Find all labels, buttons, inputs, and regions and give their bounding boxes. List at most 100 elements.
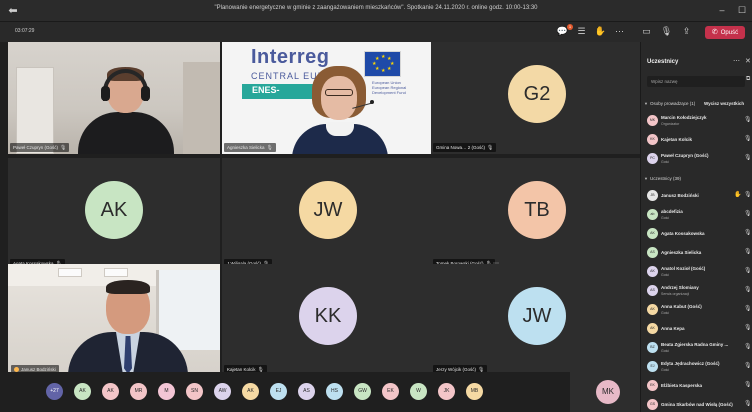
avatar: TB [508,181,566,239]
video-grid: Paweł Czupryn (Gość) 🎙 Interreg CENTRAL E… [0,42,643,412]
mic-muted-icon: 🎙 [744,211,752,217]
participant-row[interactable]: AS Andrzej Slomiany Serwis organizacji 🎙 [641,282,752,300]
teams-meeting-window: ⬅ "Planowanie energetyczne w gminie z za… [0,0,752,412]
mute-all-button[interactable]: Wycisz wszystkich [704,101,744,106]
strip-avatar[interactable]: W [410,383,427,400]
mic-muted-icon: 🎙 [744,155,752,161]
participant-name: Anna Kepa [661,326,685,331]
mic-muted-icon: 🎙 [487,145,494,151]
search-placeholder: Wpisz nazwę [651,79,678,84]
participant-row[interactable]: KK Kajetan Kolcik 🎙 [641,131,752,149]
strip-avatar[interactable]: SN [186,383,203,400]
mic-muted-icon: 🎙 [744,306,752,312]
participant-name: Paweł Czupryn (Gość) [13,145,59,150]
video-tile[interactable]: Interreg CENTRAL EUROPE ENES- ★ ★ ★ ★ ★ … [222,42,434,154]
strip-avatar[interactable]: MR [130,383,147,400]
leave-button[interactable]: ✆ Opuść [705,26,745,39]
participant-name: Agnieszka Sielicka [661,250,702,255]
phone-icon: ✆ [711,29,718,36]
avatar: KK [647,134,658,145]
strip-avatar[interactable]: AK [74,383,91,400]
chevron-down-icon: ▼ [644,176,648,181]
participant-body [78,112,174,154]
participant-role: Organizator [661,122,680,126]
raise-hand-icon[interactable]: ✋ [594,25,607,38]
microphone-icon[interactable]: 🎙 [660,25,673,38]
strip-avatar[interactable]: EJ [270,383,287,400]
participant-role: Gość [661,216,670,220]
headset-earcup [101,86,110,101]
participant-row[interactable]: JB Janusz Bodziński ✋ 🎙 [641,187,752,205]
minimize-button[interactable]: – [715,3,729,17]
participant-row[interactable]: AS Agnieszka Sielicka 🎙 [641,244,752,262]
strip-avatar[interactable]: M [158,383,175,400]
avatar: AS [647,247,658,258]
strip-avatar[interactable]: AS [298,383,315,400]
strip-avatar[interactable]: AW [214,383,231,400]
panel-title: Uczestnicy [647,59,679,65]
leave-label: Opuść [720,30,739,36]
ceiling-lamp [58,268,82,277]
meeting-toolbar: 03:07:29 💬 1 ☰ ✋ ⋯ ▭ 🎙 ⇪ ✆ Opuść [0,22,752,42]
mic-muted-icon: 🎙 [744,192,752,198]
participant-name: Beata Zgierska Radna Gminy ... [661,342,729,347]
participant-search-input[interactable]: Wpisz nazwę ⧉ [647,76,750,87]
mic-muted-icon: 🎙 [744,117,752,123]
strip-avatar[interactable]: HS [326,383,343,400]
participant-name: Agnieszka Sielicka [227,145,265,150]
participant-row[interactable]: AK Anna Kabut (Gość) Gość 🎙 [641,301,752,319]
participant-row[interactable]: ab abcdefizia Gość 🎙 [641,206,752,224]
more-options-icon[interactable]: ⋯ [733,57,740,65]
participant-row[interactable]: GS Gmina Skarbów nad Wisłą (Gość) 🎙 [641,396,752,412]
participant-name: Agata Kossakowska [661,231,705,236]
avatar-tile[interactable]: KK Kajetan Kolcik 🎙 [222,264,434,376]
strip-avatar[interactable]: AK [242,383,259,400]
strip-avatar[interactable]: AK [102,383,119,400]
participant-role: Gość [661,273,670,277]
participant-name: Gmina Skarbów nad Wisłą (Gość) [661,402,733,407]
participant-role: Gość [661,160,670,164]
strip-avatar[interactable]: GW [354,383,371,400]
avatar-tile[interactable]: JW J Wiligala (Gość)🎙 [222,158,434,270]
mic-muted-icon: 🎙 [744,363,752,369]
avatar-tile[interactable]: JW Jerzy Wójcik (Gość) 🎙 [431,264,643,376]
avatar-tile[interactable]: TB Tomek Borowski (Gość)🎙 ⋯ [431,158,643,270]
eu-flag-icon: ★ ★ ★ ★ ★ ★ ★ ★ [364,51,401,77]
avatar: MK [596,380,620,404]
overflow-count-badge[interactable]: +27 [46,383,63,400]
video-tile[interactable]: Paweł Czupryn (Gość) 🎙 [8,42,220,154]
more-actions-icon[interactable]: ⋯ [613,25,626,38]
participant-row[interactable]: PC Paweł Czupryn (Gość) Gość 🎙 [641,150,752,168]
participant-head [321,76,357,120]
participant-row[interactable]: AK Anna Kepa 🎙 [641,320,752,338]
mic-muted-icon: 🎙 [744,344,752,350]
mic-muted-icon: 🎙 [744,136,752,142]
share-screen-icon[interactable]: ⇪ [680,25,693,38]
close-icon[interactable]: ✕ [745,57,751,65]
avatar: JW [299,181,357,239]
participant-row[interactable]: BZ Beata Zgierska Radna Gminy ... Gość 🎙 [641,339,752,357]
video-tile[interactable]: Janusz Bodziński [8,264,220,376]
ceiling-lamp [104,268,128,277]
presenters-section-header[interactable]: ▼ Osoby prowadzące (1) [644,101,695,106]
participant-row[interactable]: EK Elżbieta Kasperska 🎙 [641,377,752,395]
strip-avatar[interactable]: JK [438,383,455,400]
participants-icon[interactable]: ☰ [575,25,588,38]
camera-icon[interactable]: ▭ [640,25,653,38]
strip-avatar[interactable]: MB [466,383,483,400]
avatar-tile[interactable]: G2 Gmina Nowa… 2 (Gość) 🎙 [431,42,643,154]
attendees-section-header[interactable]: ▼ Uczestnicy (39) [644,176,681,181]
participant-row[interactable]: EJ Edyta Jędrachowicz (Gość) Gość 🎙 [641,358,752,376]
avatar: JW [508,287,566,345]
participant-row[interactable]: AK Agata Kossakowska 🎙 [641,225,752,243]
maximize-button[interactable]: ☐ [735,3,749,17]
invite-icon[interactable]: ⧉ [746,76,750,83]
meeting-timer: 03:07:29 [15,28,35,34]
participant-row[interactable]: MK Marcin Kołodziejczyk Organizator 🎙 [641,112,752,130]
mic-muted-icon: 🎙 [744,325,752,331]
avatar-tile[interactable]: AK Agata Kossakowska🎙 [8,158,220,270]
strip-avatar[interactable]: EK [382,383,399,400]
avatar-tile[interactable]: MK [570,372,644,412]
headset-mic [370,100,374,104]
participant-row[interactable]: AK Anatol Kozioł (Gość) Gość 🎙 [641,263,752,281]
